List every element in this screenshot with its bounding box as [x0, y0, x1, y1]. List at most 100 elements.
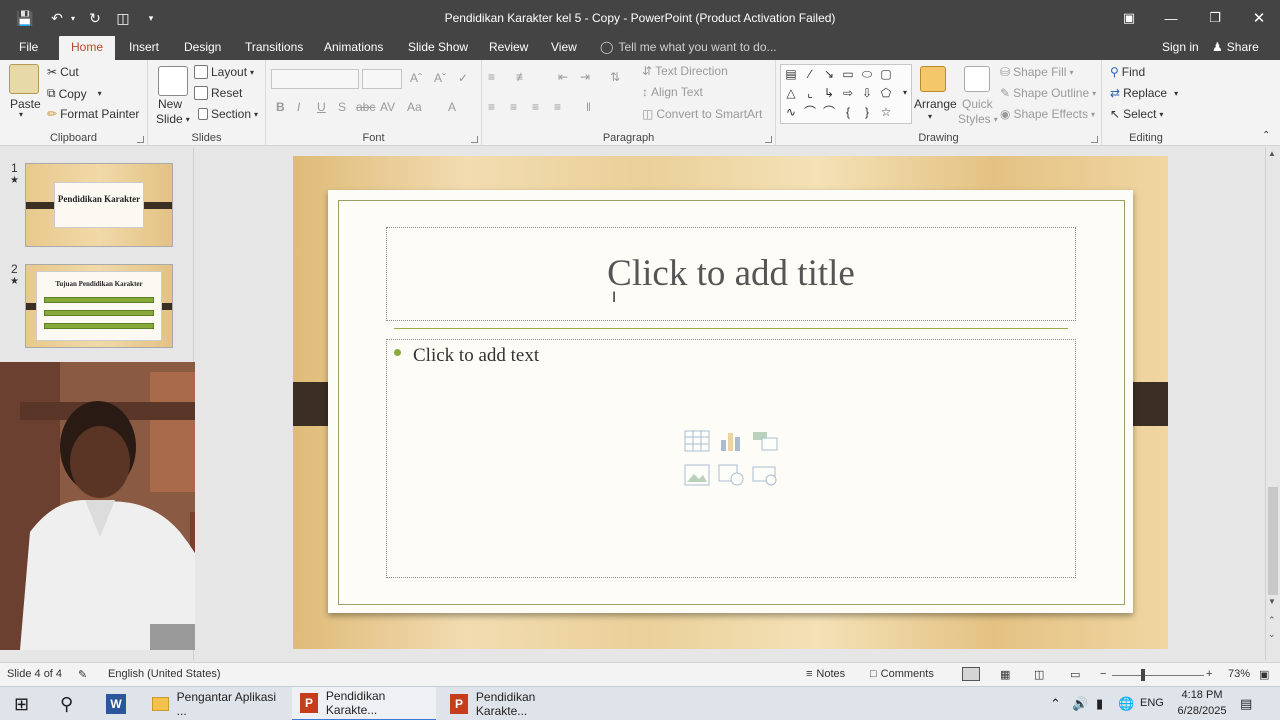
oval-shape-icon[interactable]: ⬭: [859, 66, 875, 82]
arc-shape-icon[interactable]: ⌒: [821, 104, 837, 120]
section-button[interactable]: Section ▾: [198, 107, 258, 121]
input-language[interactable]: ENG: [1140, 697, 1164, 709]
share-button[interactable]: ♟ Share: [1212, 40, 1259, 54]
quick-styles-icon[interactable]: [964, 66, 990, 92]
comments-button[interactable]: □ Comments: [870, 668, 934, 680]
shapes-gallery[interactable]: ▤ ∕ ↘ ▭ ⬭ ▢ △ ⌞ ↳ ⇨ ⇩ ⬠ ∿ ⌒ ⌒ { } ☆ ▾: [780, 64, 912, 124]
taskbar-item-powerpoint-2[interactable]: P Pendidikan Karakte...: [442, 687, 586, 720]
slide-thumbnail-2[interactable]: Tujuan Pendidikan Karakter: [25, 264, 173, 348]
increase-font-icon[interactable]: Aˆ: [410, 71, 422, 85]
font-launcher-icon[interactable]: [471, 136, 478, 143]
slide-thumbnail-1[interactable]: Pendidikan Karakter: [25, 163, 173, 247]
select-button[interactable]: ↖ Select ▾: [1110, 107, 1163, 121]
shape-fill-button[interactable]: ⛁ Shape Fill ▾: [1000, 65, 1073, 79]
close-button[interactable]: ✕: [1236, 6, 1280, 30]
tab-insert[interactable]: Insert: [121, 36, 167, 60]
notifications-icon[interactable]: ▤: [1240, 696, 1252, 712]
windows-start-icon[interactable]: ⊞: [6, 687, 37, 720]
zoom-out-icon[interactable]: −: [1100, 668, 1106, 680]
decrease-font-icon[interactable]: Aˇ: [434, 71, 446, 85]
convert-smartart-button[interactable]: ◫ Convert to SmartArt: [642, 107, 762, 121]
character-spacing-icon[interactable]: AV: [380, 100, 395, 114]
tell-me-search[interactable]: ◯ Tell me what you want to do...: [600, 40, 777, 54]
fit-to-window-icon[interactable]: ▣: [1259, 668, 1269, 681]
content-placeholder-text[interactable]: Click to add text: [413, 345, 539, 367]
align-center-icon[interactable]: ≡: [510, 100, 517, 114]
vertical-scrollbar[interactable]: ▲ ▼ ⌃ ⌄: [1265, 147, 1280, 661]
shapes-more-icon[interactable]: ▾: [897, 85, 913, 101]
arrange-icon[interactable]: [920, 66, 946, 92]
find-button[interactable]: ⚲ Find: [1110, 65, 1145, 79]
change-case-icon[interactable]: Aa: [407, 100, 422, 114]
new-slide-button[interactable]: New: [158, 97, 182, 111]
network-globe-icon[interactable]: 🌐: [1118, 696, 1134, 712]
language-indicator[interactable]: English (United States): [108, 668, 221, 680]
tab-slide-show[interactable]: Slide Show: [400, 36, 476, 60]
textbox-shape-icon[interactable]: ▤: [783, 66, 799, 82]
tab-review[interactable]: Review: [481, 36, 536, 60]
underline-icon[interactable]: U: [317, 100, 326, 114]
rounded-rect-shape-icon[interactable]: ▢: [878, 66, 894, 82]
replace-button[interactable]: ⇄ Replace ▾: [1110, 86, 1178, 100]
zoom-slider-track[interactable]: [1112, 675, 1204, 676]
strikethrough-icon[interactable]: abc: [356, 100, 375, 114]
tab-animations[interactable]: Animations: [316, 36, 391, 60]
slide-show-icon[interactable]: ▭: [1070, 668, 1080, 681]
next-slide-icon[interactable]: ⌄: [1268, 629, 1276, 640]
zoom-slider-thumb[interactable]: [1141, 669, 1145, 681]
scrollbar-thumb[interactable]: [1268, 487, 1278, 595]
taskbar-item-powerpoint-1[interactable]: P Pendidikan Karakte...: [292, 687, 436, 720]
cut-button[interactable]: ✂ Cut: [47, 65, 79, 79]
paste-button[interactable]: Paste: [10, 97, 41, 111]
insert-picture-icon[interactable]: [684, 464, 710, 486]
quick-styles-label[interactable]: Styles ▾: [958, 112, 998, 126]
rectangle-shape-icon[interactable]: ▭: [840, 66, 856, 82]
scroll-up-icon[interactable]: ▲: [1268, 149, 1276, 158]
reading-view-icon[interactable]: ◫: [1034, 668, 1044, 681]
down-arrow-shape-icon[interactable]: ⇩: [859, 85, 875, 101]
elbow-arrow-shape-icon[interactable]: ↳: [821, 85, 837, 101]
content-placeholder[interactable]: [386, 339, 1076, 578]
volume-icon[interactable]: 🔊: [1072, 696, 1088, 712]
show-hidden-icons-icon[interactable]: ⌃: [1050, 696, 1061, 712]
curve-shape-icon[interactable]: ⌒: [802, 104, 818, 120]
line-spacing-icon[interactable]: ⇅: [610, 70, 620, 84]
left-brace-shape-icon[interactable]: {: [840, 104, 856, 120]
arrange-dropdown-icon[interactable]: ▾: [928, 112, 932, 121]
font-size-box[interactable]: [362, 69, 402, 89]
arrange-button[interactable]: Arrange: [914, 97, 957, 111]
collapse-ribbon-icon[interactable]: ⌃: [1262, 130, 1270, 141]
clock-time[interactable]: 4:18 PM: [1176, 689, 1228, 701]
clock-date[interactable]: 6/28/2025: [1172, 705, 1232, 717]
italic-icon[interactable]: I: [297, 100, 300, 114]
title-placeholder-text[interactable]: Click to add title: [386, 252, 1076, 295]
tab-design[interactable]: Design: [176, 36, 229, 60]
flowchart-shape-icon[interactable]: ⬠: [878, 85, 894, 101]
bold-icon[interactable]: B: [276, 100, 285, 114]
paragraph-launcher-icon[interactable]: [765, 136, 772, 143]
layout-button[interactable]: Layout ▾: [194, 65, 254, 79]
columns-icon[interactable]: ‖: [586, 100, 591, 114]
insert-table-icon[interactable]: [684, 430, 710, 452]
insert-chart-icon[interactable]: [718, 430, 744, 452]
format-painter-button[interactable]: ✏ Format Painter: [47, 107, 139, 121]
tab-file[interactable]: File: [11, 36, 46, 60]
align-right-icon[interactable]: ≡: [532, 100, 539, 114]
bullets-icon[interactable]: ≡: [488, 70, 495, 84]
right-brace-shape-icon[interactable]: }: [859, 104, 875, 120]
triangle-shape-icon[interactable]: △: [783, 85, 799, 101]
paste-dropdown-icon[interactable]: ▾: [19, 110, 23, 119]
shape-effects-button[interactable]: ◉ Shape Effects ▾: [1000, 107, 1095, 121]
scroll-down-icon[interactable]: ▼: [1268, 597, 1276, 606]
previous-slide-icon[interactable]: ⌃: [1268, 615, 1276, 626]
reset-button[interactable]: Reset: [194, 86, 242, 100]
spelling-check-icon[interactable]: ✎: [78, 668, 87, 681]
paste-icon[interactable]: [9, 64, 39, 94]
restore-button[interactable]: ❐: [1192, 6, 1238, 30]
align-left-icon[interactable]: ≡: [488, 100, 495, 114]
quick-styles-button[interactable]: Quick: [962, 97, 993, 111]
new-slide-icon[interactable]: [158, 66, 188, 96]
tab-view[interactable]: View: [543, 36, 585, 60]
font-name-box[interactable]: [271, 69, 359, 89]
numbering-icon[interactable]: ≢: [516, 70, 528, 84]
